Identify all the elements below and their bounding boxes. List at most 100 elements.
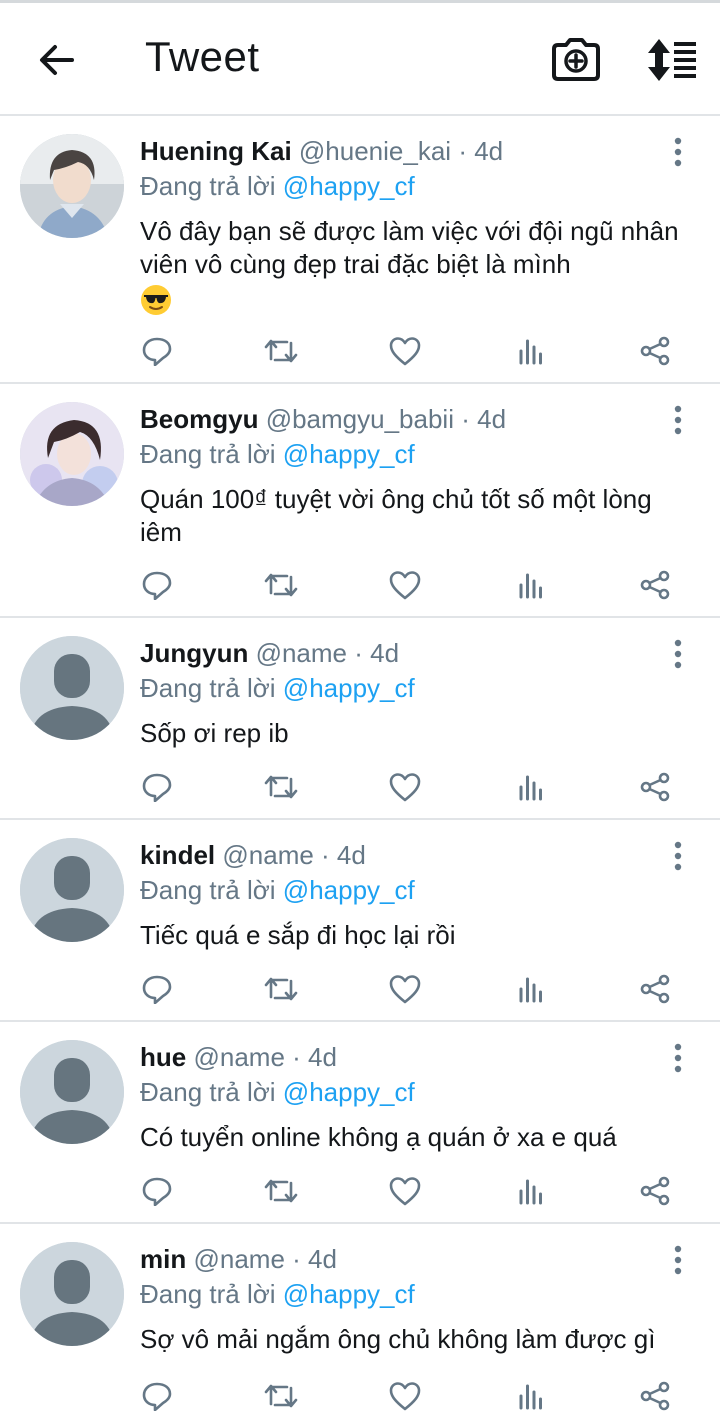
like-button[interactable] (383, 1376, 427, 1416)
tweet-header: min @name · 4d (140, 1244, 337, 1275)
share-button[interactable] (633, 1171, 677, 1211)
tweet-time: · 4d (292, 1042, 337, 1072)
tweet-text: Sốp ơi rep ib (140, 718, 289, 748)
like-button[interactable] (383, 1171, 427, 1211)
tweet-item[interactable]: Huening Kai @huenie_kai · 4d Đang trả lờ… (0, 116, 720, 384)
avatar[interactable] (20, 838, 124, 942)
tweet-item[interactable]: min @name · 4d Đang trả lời @happy_cf Sợ… (0, 1224, 720, 1424)
share-button[interactable] (633, 1376, 677, 1416)
share-button[interactable] (633, 767, 677, 807)
profile-photo-icon (20, 134, 124, 238)
retweet-button[interactable] (259, 969, 303, 1009)
retweet-icon (264, 775, 298, 799)
tweet-item[interactable]: Jungyun @name · 4d Đang trả lời @happy_c… (0, 618, 720, 820)
more-options-button[interactable] (664, 638, 692, 670)
avatar[interactable] (20, 402, 124, 506)
tweet-header: Beomgyu @bamgyu_babii · 4d (140, 404, 506, 435)
tweet-text: Có tuyển online không ạ quán ở xa e quá (140, 1122, 617, 1152)
avatar[interactable] (20, 1040, 124, 1144)
share-button[interactable] (633, 969, 677, 1009)
mention-link[interactable]: @happy_cf (283, 673, 415, 703)
like-button[interactable] (383, 331, 427, 371)
like-button[interactable] (383, 565, 427, 605)
heart-icon (389, 571, 421, 600)
reply-button[interactable] (135, 767, 179, 807)
user-name[interactable]: Beomgyu (140, 404, 258, 434)
avatar[interactable] (20, 134, 124, 238)
retweet-button[interactable] (259, 1376, 303, 1416)
mention-link[interactable]: @happy_cf (283, 171, 415, 201)
mention-link[interactable]: @happy_cf (283, 439, 415, 469)
analytics-button[interactable] (509, 1376, 553, 1416)
tweet-header: kindel @name · 4d (140, 840, 366, 871)
more-options-button[interactable] (664, 840, 692, 872)
more-vertical-icon (674, 405, 682, 435)
user-name[interactable]: min (140, 1244, 186, 1274)
heart-icon (389, 1177, 421, 1206)
tweet-time: · 4d (458, 136, 504, 166)
tweet-item[interactable]: kindel @name · 4d Đang trả lời @happy_cf… (0, 820, 720, 1022)
tweet-text: Quán 100₫ tuyệt vời ông chủ tốt số một l… (140, 484, 652, 547)
sort-button[interactable] (644, 37, 700, 85)
analytics-button[interactable] (509, 331, 553, 371)
share-icon (640, 772, 670, 802)
analytics-button[interactable] (509, 1171, 553, 1211)
analytics-button[interactable] (509, 969, 553, 1009)
analytics-button[interactable] (509, 767, 553, 807)
tweet-time: · 4d (461, 404, 507, 434)
camera-plus-icon (552, 38, 600, 81)
user-name[interactable]: hue (140, 1042, 186, 1072)
tweet-actions (0, 1171, 720, 1211)
reply-feed: Huening Kai @huenie_kai · 4d Đang trả lờ… (0, 116, 720, 1424)
back-button[interactable] (30, 37, 82, 89)
retweet-icon (264, 977, 298, 1001)
more-options-button[interactable] (664, 1042, 692, 1074)
tweet-header: Huening Kai @huenie_kai · 4d (140, 136, 503, 167)
share-button[interactable] (633, 565, 677, 605)
bar-chart-icon (519, 1384, 542, 1410)
like-button[interactable] (383, 767, 427, 807)
retweet-button[interactable] (259, 1171, 303, 1211)
reply-icon (142, 1177, 172, 1206)
retweet-icon (264, 1384, 298, 1408)
share-icon (640, 1381, 670, 1411)
like-button[interactable] (383, 969, 427, 1009)
reply-prefix: Đang trả lời (140, 439, 276, 469)
heart-icon (389, 337, 421, 366)
reply-prefix: Đang trả lời (140, 875, 276, 905)
heart-icon (389, 1382, 421, 1411)
user-name[interactable]: Jungyun (140, 638, 248, 668)
reply-button[interactable] (135, 969, 179, 1009)
retweet-button[interactable] (259, 565, 303, 605)
reply-icon (142, 337, 172, 366)
analytics-button[interactable] (509, 565, 553, 605)
share-icon (640, 336, 670, 366)
reply-button[interactable] (135, 331, 179, 371)
tweet-actions (0, 331, 720, 371)
reply-button[interactable] (135, 565, 179, 605)
camera-button[interactable] (550, 37, 602, 85)
tweet-item[interactable]: hue @name · 4d Đang trả lời @happy_cf Có… (0, 1022, 720, 1224)
avatar[interactable] (20, 636, 124, 740)
user-name[interactable]: Huening Kai (140, 136, 292, 166)
tweet-time: · 4d (321, 840, 366, 870)
mention-link[interactable]: @happy_cf (283, 1077, 415, 1107)
retweet-button[interactable] (259, 767, 303, 807)
retweet-button[interactable] (259, 331, 303, 371)
user-handle: @name (222, 840, 314, 870)
reply-button[interactable] (135, 1171, 179, 1211)
avatar[interactable] (20, 1242, 124, 1346)
bar-chart-icon (519, 339, 542, 365)
mention-link[interactable]: @happy_cf (283, 1279, 415, 1309)
user-name[interactable]: kindel (140, 840, 215, 870)
reply-context: Đang trả lời @happy_cf (140, 673, 415, 704)
share-button[interactable] (633, 331, 677, 371)
reply-button[interactable] (135, 1376, 179, 1416)
more-options-button[interactable] (664, 136, 692, 168)
reply-context: Đang trả lời @happy_cf (140, 1077, 415, 1108)
default-avatar-icon (20, 1040, 124, 1144)
mention-link[interactable]: @happy_cf (283, 875, 415, 905)
tweet-item[interactable]: Beomgyu @bamgyu_babii · 4d Đang trả lời … (0, 384, 720, 618)
more-options-button[interactable] (664, 1244, 692, 1276)
more-options-button[interactable] (664, 404, 692, 436)
